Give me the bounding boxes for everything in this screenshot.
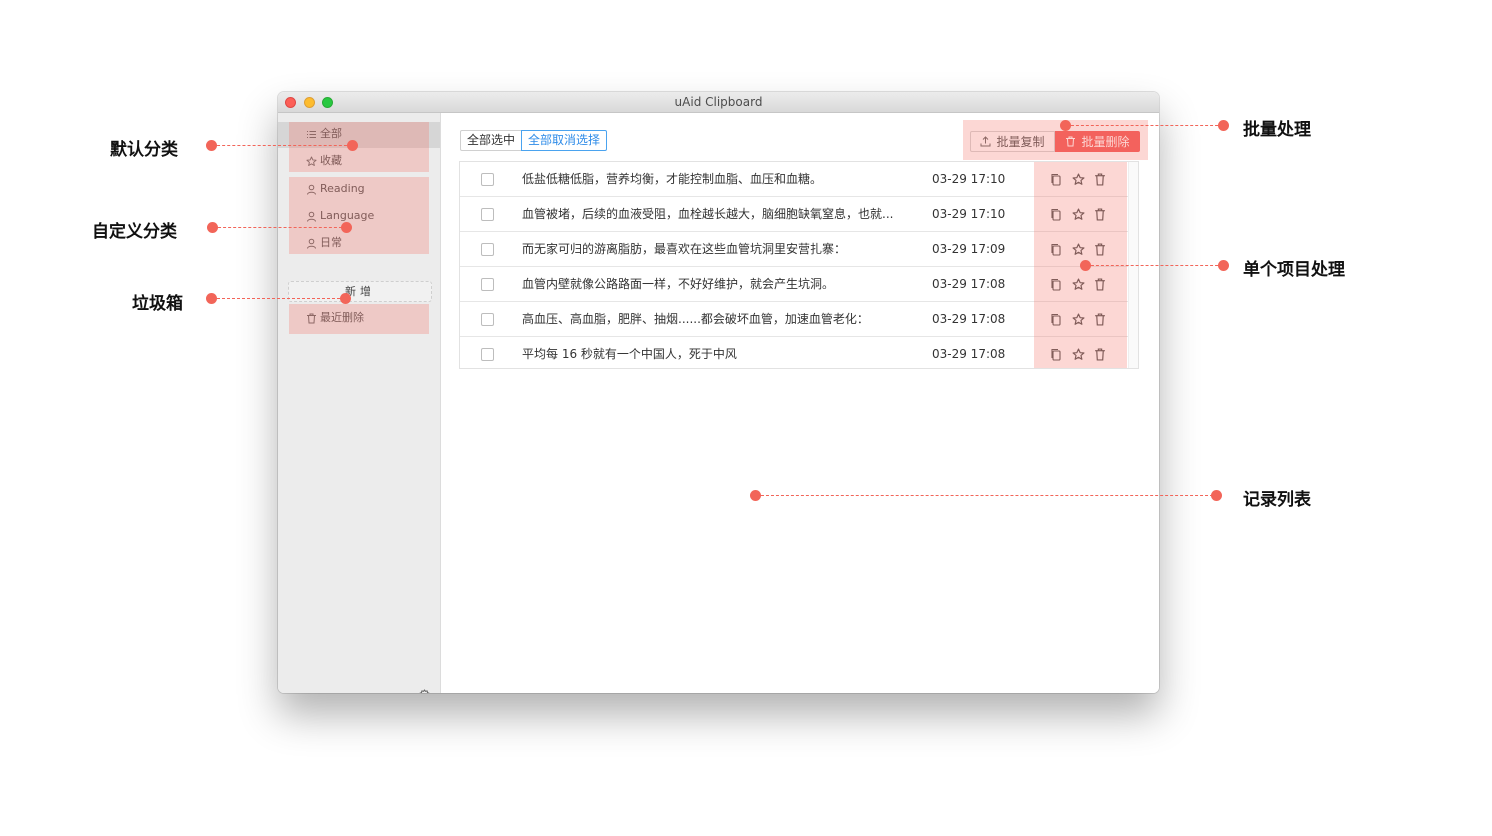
record-time: 03-29 17:09: [932, 242, 1006, 256]
app-window: uAid Clipboard 全部 收藏 Reading Language 日常…: [278, 92, 1159, 693]
annotation-default-category: 默认分类: [110, 140, 178, 160]
copy-icon[interactable]: [1049, 312, 1063, 326]
annotation-dot: [340, 293, 351, 304]
copy-icon[interactable]: [1049, 277, 1063, 291]
annotation-dot: [1211, 490, 1222, 501]
trash-icon[interactable]: [1093, 172, 1107, 186]
bulk-delete-label: 批量删除: [1081, 135, 1130, 149]
table-row[interactable]: 血管内壁就像公路路面一样，不好好维护，就会产生坑洞。 03-29 17:08: [460, 267, 1138, 302]
copy-icon[interactable]: [1049, 347, 1063, 361]
window-title: uAid Clipboard: [674, 95, 763, 109]
record-time: 03-29 17:10: [932, 172, 1006, 186]
row-actions: [1049, 207, 1107, 221]
row-checkbox[interactable]: [481, 243, 494, 256]
record-text: 血管被堵，后续的血液受阻，血栓越长越大，脑细胞缺氧窒息，也就...: [522, 207, 894, 221]
star-icon[interactable]: [1071, 312, 1085, 326]
annotation-record-list: 记录列表: [1243, 490, 1311, 510]
annotation-line: [756, 495, 1218, 496]
sidebar-item-all[interactable]: 全部: [306, 123, 342, 145]
row-actions: [1049, 347, 1107, 361]
table-row[interactable]: 而无家可归的游离脂肪，最喜欢在这些血管坑洞里安营扎寨： 03-29 17:09: [460, 232, 1138, 267]
trash-icon[interactable]: [1093, 277, 1107, 291]
copy-icon[interactable]: [1049, 172, 1063, 186]
sidebar-item-label: 收藏: [320, 154, 342, 167]
star-icon[interactable]: [1071, 242, 1085, 256]
star-icon[interactable]: [1071, 277, 1085, 291]
trash-icon[interactable]: [1093, 242, 1107, 256]
deselect-all-button[interactable]: 全部取消选择: [521, 130, 608, 151]
record-list: 低盐低糖低脂，营养均衡，才能控制血脂、血压和血糖。 03-29 17:10 血管…: [459, 161, 1139, 369]
row-actions: [1049, 172, 1107, 186]
annotation-line: [212, 145, 352, 146]
bulk-delete-button[interactable]: 批量删除: [1055, 131, 1140, 152]
sidebar-item-label: Reading: [320, 182, 365, 195]
sidebar-item-language[interactable]: Language: [306, 205, 374, 227]
selection-segmented-control: 全部选中 全部取消选择: [460, 130, 608, 151]
user-icon: [307, 238, 316, 249]
user-icon: [307, 211, 316, 222]
trash-icon[interactable]: [1093, 312, 1107, 326]
star-icon[interactable]: [1071, 347, 1085, 361]
annotation-dot: [1218, 120, 1229, 131]
trash-icon[interactable]: [1093, 347, 1107, 361]
annotation-trash: 垃圾箱: [132, 294, 183, 314]
row-actions: [1049, 277, 1107, 291]
sidebar-item-label: 全部: [320, 127, 342, 140]
annotation-line: [1066, 125, 1223, 126]
star-icon[interactable]: [1071, 207, 1085, 221]
record-text: 低盐低糖低脂，营养均衡，才能控制血脂、血压和血糖。: [522, 172, 823, 186]
list-icon: [307, 130, 316, 138]
row-actions: [1049, 312, 1107, 326]
copy-icon[interactable]: [1049, 207, 1063, 221]
annotation-line: [212, 298, 345, 299]
user-icon: [307, 184, 316, 195]
star-icon[interactable]: [1071, 172, 1085, 186]
bulk-copy-label: 批量复制: [996, 135, 1045, 149]
table-row[interactable]: 平均每 16 秒就有一个中国人，死于中风 03-29 17:08: [460, 337, 1138, 372]
row-actions: [1049, 242, 1107, 256]
sidebar-item-reading[interactable]: Reading: [306, 178, 365, 200]
annotation-dot: [1218, 260, 1229, 271]
row-checkbox[interactable]: [481, 313, 494, 326]
row-checkbox[interactable]: [481, 208, 494, 221]
record-text: 而无家可归的游离脂肪，最喜欢在这些血管坑洞里安营扎寨：: [522, 242, 847, 256]
sidebar-item-recently-deleted[interactable]: 最近删除: [306, 307, 364, 329]
table-row[interactable]: 血管被堵，后续的血液受阻，血栓越长越大，脑细胞缺氧窒息，也就... 03-29 …: [460, 197, 1138, 232]
gear-icon[interactable]: [418, 689, 431, 693]
annotation-bulk-processing: 批量处理: [1243, 120, 1311, 140]
annotation-custom-category: 自定义分类: [92, 222, 177, 242]
sidebar-item-daily[interactable]: 日常: [306, 232, 342, 254]
trash-icon: [307, 313, 316, 323]
record-time: 03-29 17:08: [932, 347, 1006, 361]
bulk-copy-button[interactable]: 批量复制: [970, 131, 1055, 152]
record-time: 03-29 17:10: [932, 207, 1006, 221]
title-bar: uAid Clipboard: [278, 92, 1159, 113]
sidebar-item-label: 最近删除: [320, 311, 364, 324]
annotation-line: [213, 227, 347, 228]
record-time: 03-29 17:08: [932, 312, 1006, 326]
sidebar-item-favorites[interactable]: 收藏: [306, 150, 342, 172]
row-checkbox[interactable]: [481, 278, 494, 291]
copy-icon[interactable]: [1049, 242, 1063, 256]
record-text: 血管内壁就像公路路面一样，不好好维护，就会产生坑洞。: [522, 277, 835, 291]
table-row[interactable]: 低盐低糖低脂，营养均衡，才能控制血脂、血压和血糖。 03-29 17:10: [460, 162, 1138, 197]
annotation-single-item-processing: 单个项目处理: [1243, 260, 1345, 280]
select-all-button[interactable]: 全部选中: [460, 130, 523, 151]
row-checkbox[interactable]: [481, 173, 494, 186]
main-panel: 全部选中 全部取消选择 批量复制 批量删除 低盐低糖低脂，营养均衡，才能控制血脂…: [441, 113, 1159, 693]
record-text: 高血压、高血脂，肥胖、抽烟......都会破坏血管，加速血管老化：: [522, 312, 869, 326]
sidebar: 全部 收藏 Reading Language 日常 新增 最近删除: [278, 113, 441, 693]
trash-icon: [1066, 136, 1076, 147]
annotation-line: [1086, 265, 1223, 266]
annotation-dot: [341, 222, 352, 233]
sidebar-item-label: 日常: [320, 236, 342, 249]
record-time: 03-29 17:08: [932, 277, 1006, 291]
annotation-dot: [347, 140, 358, 151]
star-icon: [306, 155, 317, 166]
record-text: 平均每 16 秒就有一个中国人，死于中风: [522, 347, 737, 361]
table-row[interactable]: 高血压、高血脂，肥胖、抽烟......都会破坏血管，加速血管老化： 03-29 …: [460, 302, 1138, 337]
row-checkbox[interactable]: [481, 348, 494, 361]
trash-icon[interactable]: [1093, 207, 1107, 221]
upload-icon: [980, 136, 991, 147]
